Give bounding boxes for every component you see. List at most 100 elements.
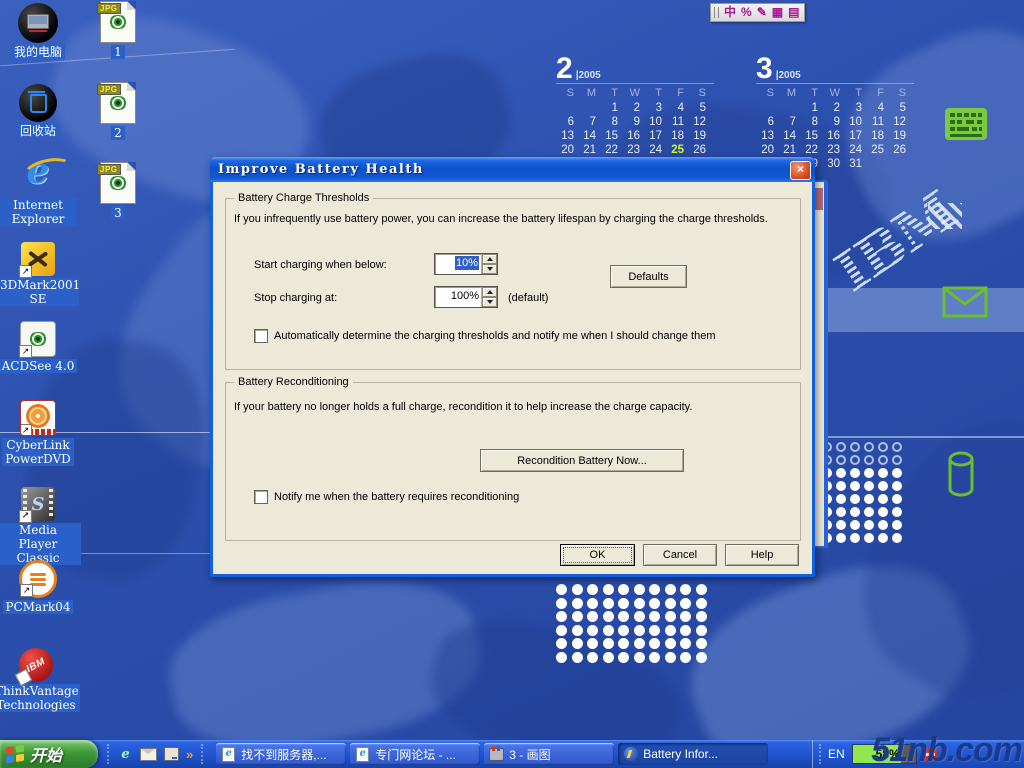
thresholds-description: If you infrequently use battery power, y… xyxy=(234,213,790,225)
ime-drag-handle[interactable] xyxy=(714,7,719,18)
calendar-date xyxy=(556,102,578,116)
notify-reconditioning-checkbox-label[interactable]: Notify me when the battery requires reco… xyxy=(274,491,754,503)
desktop-icon-jpg-3[interactable]: JPG 3 xyxy=(75,162,161,220)
quick-launch-overflow-chevron[interactable]: » xyxy=(186,747,193,762)
calendar-date: 11 xyxy=(666,116,688,130)
ime-language-bar[interactable]: 中 % ✎ ▦ ▤ xyxy=(710,3,805,22)
wallpaper-dot xyxy=(634,584,645,595)
language-indicator[interactable]: EN xyxy=(828,747,845,761)
start-charging-spinner[interactable]: 10% xyxy=(434,253,498,275)
calendar-date: 13 xyxy=(556,130,578,144)
acdsee-icon: ↗ xyxy=(20,321,56,357)
quick-launch-mail-icon[interactable] xyxy=(140,746,157,763)
desktop-icon-internet-explorer[interactable]: e Internet Explorer xyxy=(0,152,81,226)
wallpaper-dot xyxy=(587,638,598,649)
calendar-date: 17 xyxy=(844,130,866,144)
recondition-battery-button[interactable]: Recondition Battery Now... xyxy=(480,449,684,472)
wallpaper-dot xyxy=(696,598,707,609)
wallpaper-dot xyxy=(850,507,860,517)
media-player-classic-icon: S↗ xyxy=(21,487,55,521)
spin-up-button[interactable] xyxy=(482,254,497,264)
desktop-icon-jpg-1[interactable]: JPG 1 xyxy=(75,1,161,59)
spin-up-button[interactable] xyxy=(482,287,497,297)
task-button-forum[interactable]: e 专门网论坛 - ... xyxy=(350,743,480,765)
quick-launch-ie-icon[interactable]: e xyxy=(117,746,134,763)
wallpaper-dot xyxy=(836,442,846,452)
wallpaper-dots-right xyxy=(822,442,906,546)
auto-determine-checkbox[interactable] xyxy=(254,329,268,343)
wallpaper-dot xyxy=(572,638,583,649)
grid-keyboard-icon xyxy=(944,107,988,148)
calendar-date xyxy=(866,158,888,172)
spin-down-button[interactable] xyxy=(482,297,497,307)
wallpaper-dot xyxy=(864,533,874,543)
calendar-date: 20 xyxy=(556,144,578,158)
desktop-icon-pcmark04[interactable]: ↗ PCMark04 xyxy=(0,560,81,614)
close-icon[interactable]: × xyxy=(790,161,811,180)
ime-chinese-mode-icon[interactable]: 中 xyxy=(724,5,736,20)
wallpaper-dot xyxy=(836,494,846,504)
task-button-paint[interactable]: 3 - 画图 xyxy=(484,743,614,765)
ime-pen-icon[interactable]: ✎ xyxy=(757,5,767,20)
desktop-icon-jpg-2[interactable]: JPG 2 xyxy=(75,82,161,140)
paint-icon xyxy=(489,747,504,762)
powerdvd-icon: ↗ xyxy=(20,400,56,436)
desktop-icon-3dmark2001[interactable]: ↗ 3DMark2001 SE xyxy=(0,242,81,306)
wallpaper-dot xyxy=(649,638,660,649)
calendar-date: 11 xyxy=(866,116,888,130)
calendar-day-header: W xyxy=(822,87,844,102)
calendar-date xyxy=(578,102,600,116)
wallpaper-dot xyxy=(603,638,614,649)
wallpaper-dot xyxy=(836,455,846,465)
pcmark04-icon: ↗ xyxy=(19,560,57,598)
ime-menu-icon[interactable]: ▤ xyxy=(788,5,799,20)
calendar-day-header: S xyxy=(556,87,578,102)
ok-button[interactable]: OK xyxy=(560,544,635,566)
wallpaper-dot xyxy=(665,584,676,595)
wallpaper-dot xyxy=(587,598,598,609)
calendar-date: 4 xyxy=(666,102,688,116)
shortcut-arrow-icon: ↗ xyxy=(19,510,32,523)
spin-down-button[interactable] xyxy=(482,264,497,274)
wallpaper-dot xyxy=(892,455,902,465)
calendar-date xyxy=(888,158,910,172)
thinkvantage-icon: IBM↗ xyxy=(19,648,53,682)
desktop-icon-my-computer[interactable]: 我的电脑 xyxy=(0,3,81,59)
start-button[interactable]: 开始 xyxy=(0,740,98,768)
desktop-icon-recycle-bin[interactable]: 回收站 xyxy=(0,84,81,138)
quick-launch-show-desktop-icon[interactable] xyxy=(163,746,180,763)
ime-soft-keyboard-icon[interactable]: ▦ xyxy=(772,5,783,20)
desktop-icon-powerdvd[interactable]: ↗ CyberLink PowerDVD xyxy=(0,400,81,466)
reconditioning-description: If your battery no longer holds a full c… xyxy=(234,401,790,413)
wallpaper-dot xyxy=(665,611,676,622)
ime-width-mode-icon[interactable]: % xyxy=(741,5,752,20)
wallpaper-dot xyxy=(649,598,660,609)
defaults-button[interactable]: Defaults xyxy=(610,265,687,288)
task-button-server-not-found[interactable]: e 找不到服务器,... xyxy=(216,743,346,765)
wallpaper-dot xyxy=(892,520,902,530)
calendar-date: 7 xyxy=(778,116,800,130)
help-button[interactable]: Help xyxy=(725,544,799,566)
calendar-date: 14 xyxy=(778,130,800,144)
cancel-button[interactable]: Cancel xyxy=(643,544,717,566)
task-button-battery-information[interactable]: Battery Infor... xyxy=(618,743,768,765)
wallpaper-dot xyxy=(665,625,676,636)
auto-determine-checkbox-label[interactable]: Automatically determine the charging thr… xyxy=(274,330,784,342)
desktop-icon-thinkvantage[interactable]: IBM↗ ThinkVantage Technologies xyxy=(0,648,79,712)
stop-charging-spinner[interactable]: 100% xyxy=(434,286,498,308)
wallpaper-dot xyxy=(634,611,645,622)
dialog-titlebar[interactable]: Improve Battery Health × xyxy=(210,157,815,182)
desktop-icon-acdsee[interactable]: ↗ ACDSee 4.0 xyxy=(0,321,81,373)
notify-reconditioning-checkbox[interactable] xyxy=(254,490,268,504)
jpg-file-icon: JPG xyxy=(100,1,136,43)
desktop-icon-media-player-classic[interactable]: S↗ Media Player Classic xyxy=(0,487,81,565)
envelope-icon xyxy=(942,286,988,323)
calendar-date xyxy=(778,102,800,116)
wallpaper-dot xyxy=(572,625,583,636)
calendar-date: 30 xyxy=(822,158,844,172)
wallpaper-dot xyxy=(850,520,860,530)
wallpaper-dot xyxy=(618,625,629,636)
wallpaper-dot xyxy=(680,598,691,609)
battery-icon xyxy=(623,747,638,762)
calendar-date: 21 xyxy=(578,144,600,158)
